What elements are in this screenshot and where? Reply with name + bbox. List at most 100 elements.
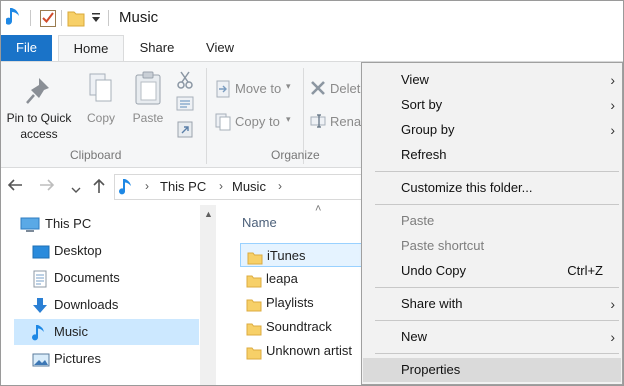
move-to-dropdown-icon: ▾ bbox=[286, 81, 291, 91]
delete-x-icon bbox=[310, 80, 326, 99]
menu-item-shortcut: Ctrl+Z bbox=[567, 263, 603, 278]
breadcrumb-this-pc[interactable]: This PC bbox=[160, 179, 206, 194]
menu-separator bbox=[375, 204, 619, 205]
paste-button[interactable]: Paste bbox=[127, 64, 169, 144]
delete-button[interactable]: Delet bbox=[308, 78, 368, 100]
menu-item-label: Paste shortcut bbox=[401, 238, 485, 253]
nav-item-label: Documents bbox=[54, 270, 120, 285]
menu-item-view[interactable]: View › bbox=[363, 68, 621, 92]
nav-item-documents[interactable]: Documents bbox=[14, 265, 199, 291]
submenu-arrow-icon: › bbox=[610, 97, 615, 113]
nav-item-desktop[interactable]: Desktop bbox=[14, 238, 199, 264]
customize-dropdown-icon[interactable] bbox=[90, 12, 102, 27]
file-row-leapa[interactable]: leapa bbox=[240, 267, 380, 291]
submenu-arrow-icon: › bbox=[610, 296, 615, 312]
nav-item-downloads[interactable]: Downloads bbox=[14, 292, 199, 318]
nav-item-label: This PC bbox=[45, 216, 92, 231]
folder-icon bbox=[246, 344, 262, 368]
up-arrow-icon[interactable] bbox=[92, 178, 106, 199]
menu-item-customize-folder[interactable]: Customize this folder... bbox=[363, 176, 621, 200]
menu-separator bbox=[375, 353, 619, 354]
address-bar[interactable]: › This PC › Music › bbox=[114, 174, 374, 200]
title-bar: Music bbox=[1, 1, 623, 35]
menu-item-refresh[interactable]: Refresh bbox=[363, 143, 621, 167]
sort-ascending-caret-icon: ˄ bbox=[315, 203, 322, 215]
copy-label: Copy bbox=[86, 111, 115, 125]
new-folder-icon[interactable] bbox=[67, 8, 85, 31]
menu-item-group-by[interactable]: Group by › bbox=[363, 118, 621, 142]
tab-view[interactable]: View bbox=[196, 35, 244, 61]
delete-label: Delet bbox=[330, 81, 361, 96]
back-arrow-icon[interactable] bbox=[7, 178, 23, 197]
copy-to-button[interactable]: Copy to ▾ bbox=[213, 111, 299, 133]
file-row-playlists[interactable]: Playlists bbox=[240, 291, 380, 315]
pin-label-line1: Pin to Quick bbox=[6, 111, 72, 125]
menu-item-new[interactable]: New › bbox=[363, 325, 621, 349]
copy-path-icon[interactable] bbox=[176, 96, 194, 115]
recent-locations-chevron-icon[interactable] bbox=[71, 181, 81, 199]
file-name: leapa bbox=[266, 271, 298, 286]
menu-item-label: Sort by bbox=[401, 97, 443, 112]
menu-item-label: Group by bbox=[401, 122, 455, 137]
menu-separator bbox=[375, 287, 619, 288]
copy-to-icon bbox=[215, 113, 231, 134]
forward-arrow-icon[interactable] bbox=[39, 178, 55, 197]
menu-item-label: Paste bbox=[401, 213, 435, 228]
copy-button[interactable]: Copy bbox=[81, 64, 121, 144]
navigation-pane: This PC Desktop Documents Downloads Musi… bbox=[1, 205, 216, 385]
window-title: Music bbox=[119, 9, 159, 26]
toolbar-separator bbox=[61, 10, 62, 26]
context-menu: View › Sort by › Group by › Refresh Cust… bbox=[361, 62, 623, 385]
nav-scrollbar[interactable]: ▲ bbox=[200, 205, 216, 385]
nav-item-label: Desktop bbox=[54, 243, 102, 258]
menu-item-sort-by[interactable]: Sort by › bbox=[363, 93, 621, 117]
nav-item-music[interactable]: Music bbox=[14, 319, 199, 345]
cut-icon[interactable] bbox=[176, 70, 194, 93]
file-row-unknown-artist[interactable]: Unknown artist bbox=[240, 339, 380, 363]
toolbar-separator bbox=[30, 10, 31, 26]
nav-item-this-pc[interactable]: This PC bbox=[14, 211, 199, 237]
menu-item-share-with[interactable]: Share with › bbox=[363, 292, 621, 316]
file-explorer-window: Music File Home Share View Pin to Quick … bbox=[0, 0, 624, 386]
breadcrumb-chevron-icon[interactable]: › bbox=[219, 179, 223, 193]
pictures-icon bbox=[32, 351, 50, 377]
nav-item-label: Music bbox=[54, 324, 88, 339]
submenu-arrow-icon: › bbox=[610, 72, 615, 88]
move-to-icon bbox=[215, 80, 231, 101]
pin-icon bbox=[25, 76, 53, 109]
file-row-itunes[interactable]: iTunes bbox=[240, 243, 380, 267]
clipboard-group-label: Clipboard bbox=[70, 148, 122, 162]
menu-item-label: Customize this folder... bbox=[401, 180, 533, 195]
menu-item-label: New bbox=[401, 329, 428, 344]
tab-file[interactable]: File bbox=[1, 35, 52, 61]
rename-label: Rena bbox=[330, 114, 362, 129]
column-header-name[interactable]: Name bbox=[242, 215, 277, 230]
tab-home[interactable]: Home bbox=[58, 35, 124, 61]
tab-share[interactable]: Share bbox=[132, 35, 182, 61]
music-note-icon bbox=[119, 177, 133, 200]
nav-item-pictures[interactable]: Pictures bbox=[14, 346, 199, 372]
breadcrumb-music[interactable]: Music bbox=[232, 179, 266, 194]
menu-item-properties[interactable]: Properties bbox=[363, 358, 621, 382]
menu-item-label: Properties bbox=[401, 362, 461, 377]
properties-check-icon[interactable] bbox=[39, 8, 57, 31]
menu-item-paste: Paste bbox=[363, 209, 621, 233]
pin-label-line2: access bbox=[20, 127, 58, 141]
scroll-up-arrow-icon[interactable]: ▲ bbox=[204, 209, 213, 219]
menu-item-undo-copy[interactable]: Undo Copy Ctrl+Z bbox=[363, 259, 621, 283]
file-name: iTunes bbox=[267, 248, 306, 263]
menu-item-label: Undo Copy bbox=[401, 263, 467, 278]
file-row-soundtrack[interactable]: Soundtrack bbox=[240, 315, 380, 339]
paste-shortcut-icon[interactable] bbox=[177, 120, 193, 141]
breadcrumb-chevron-icon[interactable]: › bbox=[145, 179, 149, 193]
breadcrumb-chevron-icon[interactable]: › bbox=[278, 179, 282, 193]
pin-to-quick-access-button[interactable]: Pin to Quick access bbox=[1, 64, 77, 144]
copy-to-dropdown-icon: ▾ bbox=[286, 114, 291, 124]
move-to-button[interactable]: Move to ▾ bbox=[213, 78, 299, 100]
menu-separator bbox=[375, 171, 619, 172]
file-name: Unknown artist bbox=[266, 343, 352, 358]
rename-button[interactable]: Rena bbox=[308, 111, 368, 133]
copy-to-label: Copy to bbox=[235, 114, 280, 129]
toolbar-separator bbox=[108, 10, 109, 26]
ribbon-tabs: File Home Share View bbox=[1, 35, 623, 61]
